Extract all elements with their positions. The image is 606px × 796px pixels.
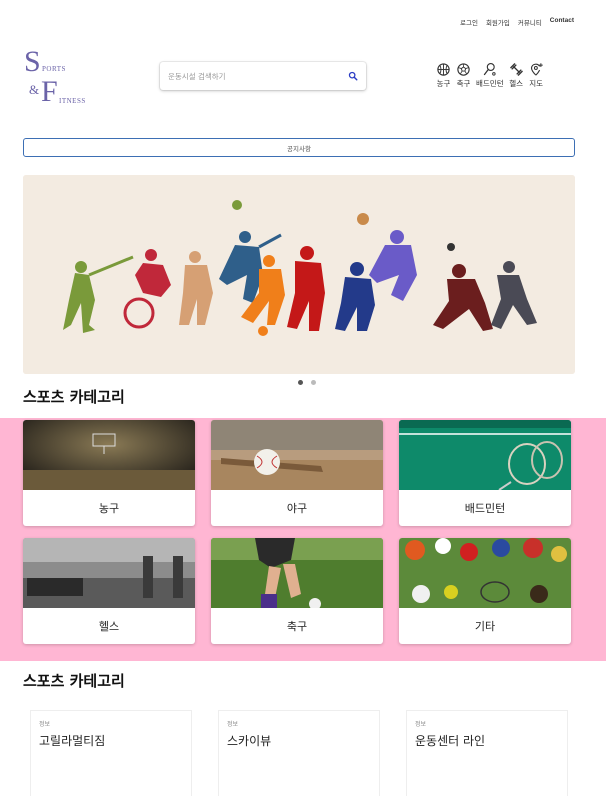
search-input[interactable] xyxy=(160,62,340,90)
nav-basketball[interactable]: 농구 xyxy=(436,62,451,89)
facility-card-name: 운동센터 라인 xyxy=(415,734,486,748)
carousel-dot-1[interactable] xyxy=(298,380,303,385)
baseball-bat-image xyxy=(211,420,383,490)
sports-equipment-image xyxy=(399,538,571,608)
facility-card-name: 스카이뷰 xyxy=(227,734,272,748)
nav-map[interactable]: 지도 xyxy=(529,62,544,89)
soccer-player-image xyxy=(211,538,383,608)
logo-ampersand: & xyxy=(29,82,39,97)
nav-map-label: 지도 xyxy=(529,79,544,88)
category-card-label: 기타 xyxy=(474,620,496,633)
dumbbell-icon xyxy=(509,63,523,76)
category-card-soccer[interactable]: 축구 xyxy=(211,538,383,644)
soccer-ball-icon xyxy=(457,63,470,76)
nav-fitness[interactable]: 헬스 xyxy=(509,62,524,89)
logo-f-letter: F xyxy=(41,75,58,106)
nav-badminton[interactable]: 배드민턴 xyxy=(476,62,504,89)
basketball-court-image xyxy=(23,420,195,490)
carousel-indicators xyxy=(298,380,316,385)
facility-card[interactable]: 정보 운동센터 라인 xyxy=(406,710,568,796)
nav-badminton-label: 배드민턴 xyxy=(476,79,504,88)
facility-card[interactable]: 정보 스카이뷰 xyxy=(218,710,380,796)
site-logo[interactable]: S PORTS & F ITNESS xyxy=(24,42,94,106)
gym-interior-image xyxy=(23,538,195,608)
search-icon xyxy=(348,71,358,81)
nav-basketball-label: 농구 xyxy=(436,79,451,88)
notice-button[interactable]: 공지사항 xyxy=(23,138,575,157)
category-card-basketball[interactable]: 농구 xyxy=(23,420,195,526)
top-nav-links: 로그인 회원가입 커뮤니티 Contact xyxy=(460,17,574,27)
category-card-label: 배드민턴 xyxy=(464,502,506,515)
facility-search-box xyxy=(160,62,366,90)
category-card-label: 축구 xyxy=(286,620,308,633)
signup-link[interactable]: 회원가입 xyxy=(486,17,510,27)
nav-soccer[interactable]: 축구 xyxy=(456,62,471,89)
map-pin-icon xyxy=(530,63,543,76)
facility-card-tag: 정보 xyxy=(39,721,51,728)
sports-category-title: 스포츠 카테고리 xyxy=(23,388,125,406)
facility-card[interactable]: 정보 고릴라멀티짐 xyxy=(30,710,192,796)
sports-category-grid: 농구 야구 배드민턴 헬스 축구 기타 xyxy=(0,418,606,661)
category-card-label: 헬스 xyxy=(98,620,120,633)
facility-card-tag: 정보 xyxy=(227,721,239,728)
category-icon-nav: 농구 축구 배드민턴 헬스 지도 xyxy=(436,62,544,89)
category-card-badminton[interactable]: 배드민턴 xyxy=(399,420,571,526)
info-section-title: 스포츠 카테고리 xyxy=(23,672,125,690)
shuttlecock-icon xyxy=(484,63,496,76)
hero-banner-slide[interactable] xyxy=(23,175,575,374)
basketball-icon xyxy=(437,63,450,76)
facility-card-name: 고릴라멀티짐 xyxy=(39,734,106,748)
facility-card-tag: 정보 xyxy=(415,721,427,728)
carousel-dot-2[interactable] xyxy=(311,380,316,385)
nav-soccer-label: 축구 xyxy=(456,79,471,88)
logo-itness-text: ITNESS xyxy=(59,97,86,105)
logo-ports-text: PORTS xyxy=(42,65,66,73)
search-button[interactable] xyxy=(340,62,366,90)
category-card-label: 야구 xyxy=(286,502,308,515)
nav-fitness-label: 헬스 xyxy=(509,79,524,88)
category-card-label: 농구 xyxy=(98,502,120,515)
community-link[interactable]: 커뮤니티 xyxy=(518,17,542,27)
category-card-baseball[interactable]: 야구 xyxy=(211,420,383,526)
athletes-silhouette-illustration xyxy=(23,175,575,374)
login-link[interactable]: 로그인 xyxy=(460,17,478,27)
badminton-rackets-image xyxy=(399,420,571,490)
contact-link[interactable]: Contact xyxy=(550,17,574,27)
sports-fitness-logo-graphic: S PORTS & F ITNESS xyxy=(24,45,86,106)
category-card-fitness[interactable]: 헬스 xyxy=(23,538,195,644)
category-card-etc[interactable]: 기타 xyxy=(399,538,571,644)
logo-s-letter: S xyxy=(24,45,41,78)
